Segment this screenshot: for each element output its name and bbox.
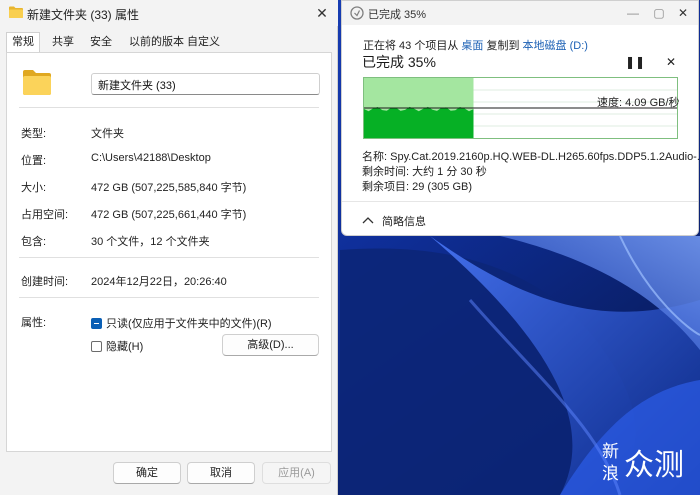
maximize-icon[interactable]: ▢ xyxy=(648,3,670,23)
watermark-logo: 新 浪 众测 xyxy=(600,437,692,484)
tab-sharing[interactable]: 共享 xyxy=(47,33,79,53)
destination-link[interactable]: 本地磁盘 (D:) xyxy=(523,40,588,52)
general-tab-panel: 新建文件夹 (33) 类型: 文件夹 位置: C:\Users\42188\De… xyxy=(6,52,332,452)
status-middle: 复制到 xyxy=(486,40,520,52)
speed-readout: 速度: 4.09 GB/秒 xyxy=(597,97,680,109)
readonly-checkbox-box[interactable] xyxy=(91,317,102,329)
source-link[interactable]: 桌面 xyxy=(461,40,483,52)
size-value: 472 GB (507,225,585,840 字节) xyxy=(91,182,247,194)
tab-bar: 常规 共享 安全 以前的版本 自定义 xyxy=(6,32,332,53)
properties-window: 新建文件夹 (33) 属性 ✕ 常规 共享 安全 以前的版本 自定义 新建文件夹… xyxy=(0,0,338,495)
hidden-checkbox[interactable]: 隐藏(H) xyxy=(91,339,143,353)
close-icon[interactable]: ✕ xyxy=(672,3,694,23)
size-label: 大小: xyxy=(21,182,47,194)
minimize-icon[interactable]: — xyxy=(622,3,644,23)
copy-icon xyxy=(350,6,364,20)
divider xyxy=(342,201,698,202)
cancel-copy-icon[interactable]: ✕ xyxy=(662,53,680,71)
contains-label: 包含: xyxy=(21,236,47,248)
hidden-checkbox-box[interactable] xyxy=(91,340,102,352)
apply-button[interactable]: 应用(A) xyxy=(262,462,331,484)
items-remaining: 剩余项目: 29 (305 GB) xyxy=(362,181,473,193)
size-on-disk-label: 占用空间: xyxy=(21,209,69,221)
status-prefix: 正在将 43 个项目从 xyxy=(363,40,459,52)
speed-area xyxy=(364,106,474,138)
size-on-disk-value: 472 GB (507,225,661,440 字节) xyxy=(91,209,247,221)
readonly-checkbox-label: 只读(仅应用于文件夹中的文件)(R) xyxy=(106,318,272,330)
tab-security[interactable]: 安全 xyxy=(85,33,117,53)
chevron-up-icon xyxy=(362,217,374,224)
location-label: 位置: xyxy=(21,155,47,167)
attributes-label: 属性: xyxy=(21,317,47,329)
time-remaining: 剩余时间: 大约 1 分 30 秒 xyxy=(362,166,487,178)
copy-titlebar[interactable]: 已完成 35% — ▢ ✕ xyxy=(342,1,698,25)
type-value: 文件夹 xyxy=(91,128,124,140)
location-value: C:\Users\42188\Desktop xyxy=(91,152,211,164)
folder-name-input[interactable]: 新建文件夹 (33) xyxy=(91,73,320,95)
pause-icon[interactable]: ❚❚ xyxy=(625,53,645,71)
readonly-checkbox[interactable]: 只读(仅应用于文件夹中的文件)(R) xyxy=(91,316,272,330)
created-label: 创建时间: xyxy=(21,276,69,288)
divider xyxy=(19,107,319,108)
svg-text:众测: 众测 xyxy=(624,448,684,483)
divider xyxy=(19,297,319,298)
folder-icon xyxy=(9,6,23,18)
hidden-checkbox-label: 隐藏(H) xyxy=(106,341,144,353)
contains-value: 30 个文件，12 个文件夹 xyxy=(91,236,210,248)
less-details-label: 简略信息 xyxy=(382,216,426,228)
properties-title: 新建文件夹 (33) 属性 xyxy=(27,8,140,22)
svg-text:新: 新 xyxy=(602,442,619,462)
close-icon[interactable]: ✕ xyxy=(310,2,334,24)
tab-general[interactable]: 常规 xyxy=(6,32,40,53)
tab-customize[interactable]: 自定义 xyxy=(182,33,225,53)
file-name: 名称: Spy.Cat.2019.2160p.HQ.WEB-DL.H265.60… xyxy=(362,151,700,163)
less-details-toggle[interactable]: 简略信息 xyxy=(362,213,426,229)
large-folder-icon xyxy=(23,70,51,95)
copy-title: 已完成 35% xyxy=(368,9,427,21)
copy-progress-dialog: 已完成 35% — ▢ ✕ 正在将 43 个项目从 桌面 复制到 本地磁盘 (D… xyxy=(341,0,700,236)
properties-titlebar[interactable]: 新建文件夹 (33) 属性 ✕ xyxy=(0,0,338,26)
divider xyxy=(19,257,319,258)
svg-text:浪: 浪 xyxy=(602,464,619,483)
ok-button[interactable]: 确定 xyxy=(113,462,181,484)
created-value: 2024年12月22日，20:26:40 xyxy=(91,276,227,288)
copy-status-line: 正在将 43 个项目从 桌面 复制到 本地磁盘 (D:) xyxy=(363,37,588,53)
advanced-button[interactable]: 高级(D)... xyxy=(222,334,319,356)
tab-previous-versions[interactable]: 以前的版本 xyxy=(124,33,189,53)
percent-complete-title: 已完成 35% xyxy=(362,54,436,70)
type-label: 类型: xyxy=(21,128,47,140)
cancel-button[interactable]: 取消 xyxy=(187,462,255,484)
